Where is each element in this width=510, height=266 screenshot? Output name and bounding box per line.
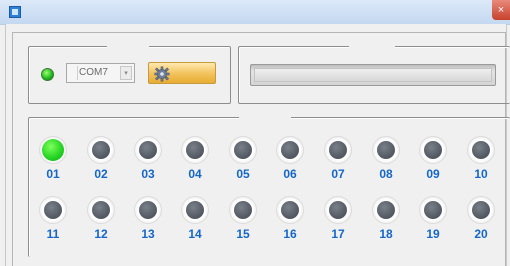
port-status-dot: [139, 141, 157, 159]
port-status-dot: [92, 141, 110, 159]
port-status-dot: [472, 201, 490, 219]
port-status-dot: [424, 201, 442, 219]
com-port-select[interactable]: COM7 ▾: [66, 63, 135, 83]
port-indicator-11[interactable]: [39, 196, 67, 224]
port-status-dot: [377, 201, 395, 219]
port-status-dot: [44, 201, 62, 219]
port-label: 07: [331, 167, 345, 181]
port-label: 14: [188, 227, 202, 241]
title-bar: ×: [0, 0, 510, 25]
port-status-dot: [472, 141, 490, 159]
port-status-dot: [234, 141, 252, 159]
port-label: 02: [94, 167, 108, 181]
port-indicator-19[interactable]: [419, 196, 447, 224]
port-indicator-10[interactable]: [467, 136, 495, 164]
connection-led: [41, 68, 54, 81]
port-label: 17: [331, 227, 345, 241]
port-label: 13: [141, 227, 155, 241]
port-indicator-13[interactable]: [134, 196, 162, 224]
port-status-dot: [139, 201, 157, 219]
port-label: 01: [46, 167, 60, 181]
port-indicator-03[interactable]: [134, 136, 162, 164]
port-indicator-14[interactable]: [181, 196, 209, 224]
port-indicator-16[interactable]: [276, 196, 304, 224]
close-button[interactable]: ×: [492, 0, 510, 20]
port-status-dot: [92, 201, 110, 219]
ports-group-caption-gap: [239, 116, 291, 120]
port-label: 19: [426, 227, 440, 241]
port-indicator-05[interactable]: [229, 136, 257, 164]
port-indicator-04[interactable]: [181, 136, 209, 164]
port-label: 15: [236, 227, 250, 241]
port-indicator-18[interactable]: [372, 196, 400, 224]
port-indicator-09[interactable]: [419, 136, 447, 164]
port-status-dot: [424, 141, 442, 159]
port-status-dot: [329, 141, 347, 159]
port-status-dot: [281, 141, 299, 159]
port-label: 06: [283, 167, 297, 181]
port-status-dot: [329, 201, 347, 219]
port-indicator-15[interactable]: [229, 196, 257, 224]
port-label: 20: [474, 227, 488, 241]
port-status-dot: [186, 201, 204, 219]
gear-icon: [154, 66, 170, 82]
port-indicator-08[interactable]: [372, 136, 400, 164]
port-status-dot: [42, 139, 64, 161]
port-label: 09: [426, 167, 440, 181]
port-indicator-20[interactable]: [467, 196, 495, 224]
port-indicator-12[interactable]: [87, 196, 115, 224]
connection-group-caption-gap: [107, 45, 149, 49]
port-indicator-01[interactable]: [39, 136, 67, 164]
port-label: 11: [46, 227, 60, 241]
status-group-caption-gap: [349, 45, 395, 49]
port-indicator-06[interactable]: [276, 136, 304, 164]
port-indicator-07[interactable]: [324, 136, 352, 164]
port-label: 08: [379, 167, 393, 181]
port-label: 03: [141, 167, 155, 181]
chevron-down-icon[interactable]: ▾: [120, 66, 132, 80]
combo-separator: [77, 66, 78, 80]
port-status-dot: [377, 141, 395, 159]
port-label: 04: [188, 167, 202, 181]
com-port-value: COM7: [79, 67, 108, 78]
port-indicator-02[interactable]: [87, 136, 115, 164]
port-status-dot: [186, 141, 204, 159]
port-status-dot: [234, 201, 252, 219]
port-label: 10: [474, 167, 488, 181]
connect-button[interactable]: [148, 62, 216, 84]
port-indicator-17[interactable]: [324, 196, 352, 224]
port-label: 18: [379, 227, 393, 241]
app-icon: [9, 6, 21, 18]
status-text: [254, 68, 492, 82]
port-label: 16: [283, 227, 297, 241]
port-label: 12: [94, 227, 108, 241]
status-display: [250, 64, 496, 86]
port-label: 05: [236, 167, 250, 181]
port-status-dot: [281, 201, 299, 219]
